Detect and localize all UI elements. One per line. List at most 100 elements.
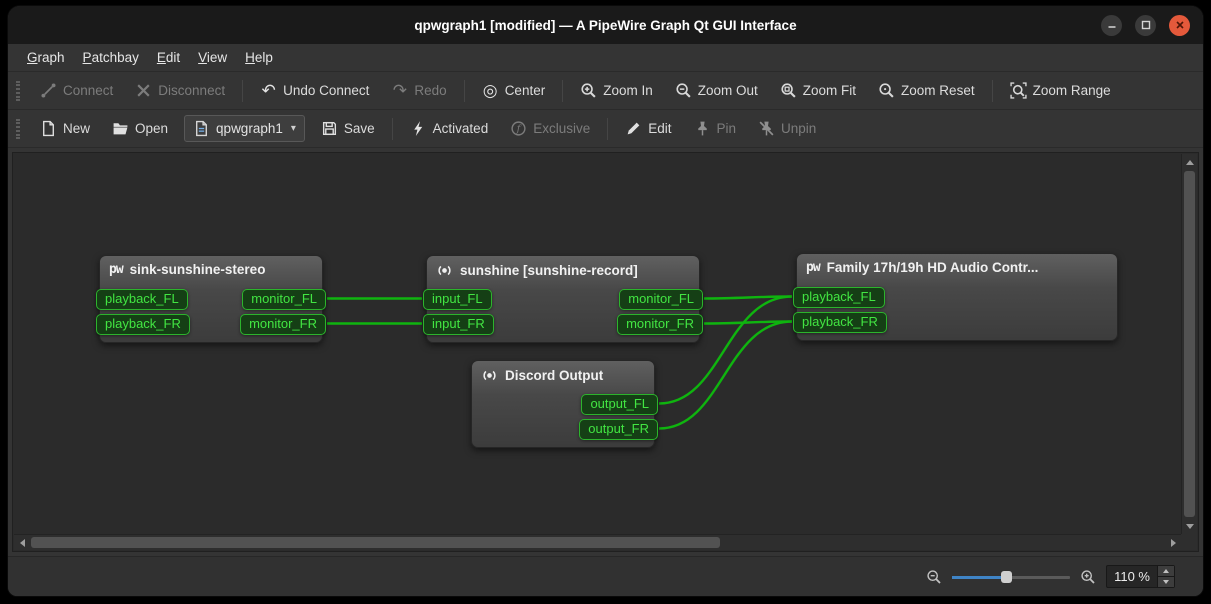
scroll-right-button[interactable] xyxy=(1165,535,1181,551)
pin-button[interactable]: Pin xyxy=(684,115,747,142)
qpwgraph-window: qpwgraph1 [modified] — A PipeWire Graph … xyxy=(8,6,1203,596)
input-port[interactable]: playback_FR xyxy=(96,314,190,335)
statusbar: 110 % xyxy=(8,556,1203,596)
toolbar-separator xyxy=(607,118,608,140)
zoom-slider-fill xyxy=(952,576,1006,579)
vertical-scrollbar-thumb[interactable] xyxy=(1184,171,1195,517)
zoom-fit-icon xyxy=(780,82,797,99)
window-title: qpwgraph1 [modified] — A PipeWire Graph … xyxy=(414,18,796,33)
new-button[interactable]: New xyxy=(30,115,100,142)
unpin-label: Unpin xyxy=(781,121,816,136)
redo-label: Redo xyxy=(414,83,446,98)
zoom-spinbox[interactable]: 110 % xyxy=(1106,565,1175,588)
zoom-fit-button[interactable]: Zoom Fit xyxy=(770,77,866,104)
input-port[interactable]: playback_FL xyxy=(96,289,188,310)
save-button[interactable]: Save xyxy=(311,115,385,142)
output-port[interactable]: monitor_FL xyxy=(619,289,703,310)
patchbay-selector[interactable]: qpwgraph1 ▾ xyxy=(184,115,305,142)
zoom-value[interactable]: 110 % xyxy=(1107,566,1157,587)
zoom-slider-handle[interactable] xyxy=(1001,571,1012,583)
zoom-fit-label: Zoom Fit xyxy=(803,83,856,98)
zoom-range-icon xyxy=(1010,82,1027,99)
maximize-button[interactable] xyxy=(1135,15,1156,36)
node-header: pw sink-sunshine-stereo xyxy=(100,256,322,281)
output-port[interactable]: monitor_FL xyxy=(242,289,326,310)
zoom-reset-button[interactable]: Zoom Reset xyxy=(868,77,985,104)
close-icon xyxy=(1175,20,1185,30)
input-port[interactable]: input_FR xyxy=(423,314,494,335)
menu-graph[interactable]: Graph xyxy=(18,46,74,69)
zoom-reset-label: Zoom Reset xyxy=(901,83,975,98)
menu-patchbay[interactable]: Patchbay xyxy=(74,46,148,69)
exclusive-label: Exclusive xyxy=(533,121,590,136)
disconnect-button[interactable]: Disconnect xyxy=(125,77,235,104)
scroll-down-button[interactable] xyxy=(1182,518,1198,534)
toolbar-handle[interactable] xyxy=(16,81,20,101)
undo-icon: ↶ xyxy=(260,82,277,99)
spin-up-button[interactable] xyxy=(1158,566,1174,577)
open-folder-icon xyxy=(112,120,129,137)
patchbay-file-icon xyxy=(193,120,210,137)
edit-label: Edit xyxy=(648,121,671,136)
horizontal-scrollbar-thumb[interactable] xyxy=(31,537,720,548)
zoom-range-button[interactable]: Zoom Range xyxy=(1000,77,1121,104)
node-title: Discord Output xyxy=(505,368,603,383)
graph-canvas[interactable]: pw sink-sunshine-stereo playback_FL play… xyxy=(14,154,1181,534)
menu-view[interactable]: View xyxy=(189,46,236,69)
zoom-out-icon xyxy=(675,82,692,99)
triangle-down-icon xyxy=(1163,580,1169,584)
horizontal-scrollbar[interactable] xyxy=(14,534,1181,550)
menubar: Graph Patchbay Edit View Help xyxy=(8,44,1203,72)
node-sink-sunshine-stereo[interactable]: pw sink-sunshine-stereo playback_FL play… xyxy=(99,255,323,343)
output-port[interactable]: monitor_FR xyxy=(617,314,703,335)
zoom-out-button[interactable]: Zoom Out xyxy=(665,77,768,104)
close-button[interactable] xyxy=(1169,15,1190,36)
node-title: sink-sunshine-stereo xyxy=(130,262,266,277)
triangle-down-icon xyxy=(1186,524,1194,529)
spin-down-button[interactable] xyxy=(1158,577,1174,587)
edit-patchbay-button[interactable]: Edit xyxy=(615,115,681,142)
activated-label: Activated xyxy=(433,121,489,136)
node-family-hd-audio[interactable]: pw Family 17h/19h HD Audio Contr... play… xyxy=(796,253,1118,341)
zoom-out-icon[interactable] xyxy=(926,569,942,585)
zoom-slider[interactable] xyxy=(952,568,1070,586)
scroll-left-button[interactable] xyxy=(14,535,30,551)
zoom-in-button[interactable]: Zoom In xyxy=(570,77,663,104)
new-file-icon xyxy=(40,120,57,137)
zoom-reset-icon xyxy=(878,82,895,99)
save-icon xyxy=(321,120,338,137)
record-icon xyxy=(481,367,498,384)
unpin-button[interactable]: Unpin xyxy=(748,115,826,142)
activated-bolt-icon xyxy=(410,120,427,137)
new-label: New xyxy=(63,121,90,136)
node-sunshine-record[interactable]: sunshine [sunshine-record] input_FL inpu… xyxy=(426,255,700,343)
scroll-up-button[interactable] xyxy=(1182,154,1198,170)
node-discord-output[interactable]: Discord Output output_FL output_FR xyxy=(471,360,655,448)
toolbar-handle[interactable] xyxy=(16,119,20,139)
titlebar[interactable]: qpwgraph1 [modified] — A PipeWire Graph … xyxy=(8,6,1203,44)
output-port[interactable]: output_FR xyxy=(579,419,658,440)
record-icon xyxy=(436,262,453,279)
menu-help[interactable]: Help xyxy=(236,46,282,69)
undo-connect-button[interactable]: ↶ Undo Connect xyxy=(250,77,379,104)
zoom-in-icon[interactable] xyxy=(1080,569,1096,585)
graph-view: pw sink-sunshine-stereo playback_FL play… xyxy=(12,152,1199,552)
output-port[interactable]: monitor_FR xyxy=(240,314,326,335)
exclusive-button[interactable]: f Exclusive xyxy=(500,115,600,142)
connect-button[interactable]: Connect xyxy=(30,77,123,104)
open-button[interactable]: Open xyxy=(102,115,178,142)
center-button[interactable]: ◎ Center xyxy=(472,77,556,104)
input-port[interactable]: playback_FR xyxy=(793,312,887,333)
disconnect-icon xyxy=(135,82,152,99)
menu-edit[interactable]: Edit xyxy=(148,46,189,69)
triangle-up-icon xyxy=(1163,569,1169,573)
redo-button[interactable]: ↷ Redo xyxy=(381,77,456,104)
unpin-icon xyxy=(758,120,775,137)
exclusive-icon: f xyxy=(510,120,527,137)
vertical-scrollbar[interactable] xyxy=(1181,154,1197,534)
output-port[interactable]: output_FL xyxy=(581,394,658,415)
input-port[interactable]: playback_FL xyxy=(793,287,885,308)
activated-button[interactable]: Activated xyxy=(400,115,499,142)
minimize-button[interactable] xyxy=(1101,15,1122,36)
input-port[interactable]: input_FL xyxy=(423,289,492,310)
